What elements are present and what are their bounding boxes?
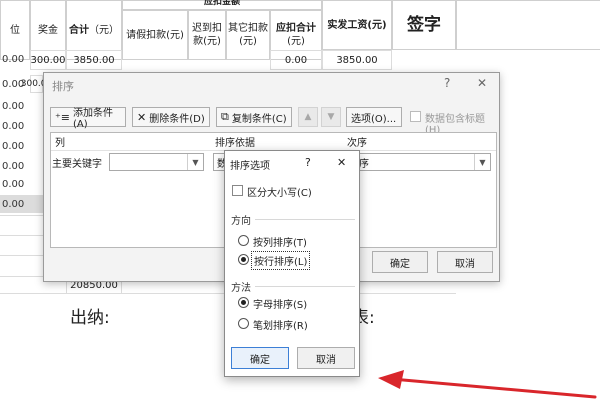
- row-label: 0.00: [2, 178, 25, 190]
- options-cancel-button[interactable]: 取消: [297, 347, 355, 369]
- header-sign: 签字: [392, 0, 456, 50]
- by-column-radio[interactable]: [238, 235, 249, 246]
- row-label: 0.00: [2, 120, 25, 132]
- case-sensitive-label: 区分大小写(C): [247, 188, 312, 199]
- cell-bonus[interactable]: 300.00: [30, 50, 66, 70]
- direction-label: 方向: [231, 216, 251, 227]
- cancel-button[interactable]: 取消: [437, 251, 493, 273]
- cell-deduct-total[interactable]: 0.00: [270, 50, 322, 70]
- header-net-pay: 实发工资(元): [322, 0, 392, 50]
- add-level-icon: ⁺≡: [55, 110, 71, 124]
- row-label: 0.00: [2, 160, 25, 172]
- by-letter-radio[interactable]: [238, 297, 249, 308]
- method-label: 方法: [231, 283, 251, 294]
- arrow-shaft: [390, 377, 597, 399]
- ok-button[interactable]: 确定: [372, 251, 428, 273]
- row-label-selected: 0.00: [0, 195, 43, 213]
- options-ok-button[interactable]: 确定: [231, 347, 289, 369]
- header-other-deduct: 其它扣款(元): [226, 10, 270, 60]
- row-label: 0.00: [2, 140, 25, 152]
- options-button[interactable]: 选项(O)...: [346, 107, 402, 127]
- dialog-title: 排序: [52, 80, 74, 93]
- row-label: 0.00: [2, 53, 25, 65]
- by-row-label: 按行排序(L): [251, 251, 311, 270]
- sort-options-dialog: 排序选项 ? ✕ 区分大小写(C) 方向 按列排序(T) 按行排序(L) 方法 …: [224, 150, 360, 377]
- annotation-arrow: [378, 370, 597, 399]
- column-select[interactable]: ▼: [109, 153, 204, 171]
- col-header-column: 列: [51, 133, 211, 151]
- close-icon[interactable]: ✕: [477, 76, 487, 90]
- case-sensitive-checkbox[interactable]: [232, 185, 243, 196]
- cell-net-pay[interactable]: 3850.00: [322, 50, 392, 70]
- move-up-button[interactable]: ▲: [298, 107, 318, 127]
- col-header-order: 次序: [343, 133, 496, 151]
- help-icon[interactable]: ?: [305, 156, 311, 169]
- row-label: 0.00: [2, 100, 25, 112]
- col-header-sort-on: 排序依据: [211, 133, 343, 151]
- add-level-button[interactable]: ⁺≡ 添加条件(A): [50, 107, 126, 130]
- header-empty: [456, 0, 600, 50]
- cell-bonus[interactable]: 300.00: [21, 75, 52, 93]
- options-dialog-title: 排序选项: [230, 161, 270, 172]
- footer-cashier-label: 出纳:: [70, 308, 110, 328]
- copy-icon: ⧉: [221, 110, 229, 123]
- by-column-label: 按列排序(T): [253, 238, 307, 249]
- grid-line: [0, 255, 43, 256]
- header-late-deduct: 迟到扣款(元): [188, 10, 226, 60]
- chevron-down-icon: ▼: [474, 154, 490, 170]
- close-icon[interactable]: ✕: [337, 156, 346, 169]
- primary-key-label: 主要关键字: [52, 158, 102, 170]
- arrow-head: [378, 370, 404, 389]
- by-letter-label: 字母排序(S): [253, 300, 308, 311]
- by-row-radio[interactable]: [238, 254, 249, 265]
- grid-lines: [0, 215, 43, 285]
- grid-line: [0, 235, 43, 236]
- divider: [255, 219, 355, 220]
- copy-level-button[interactable]: ⧉ 复制条件(C): [216, 107, 292, 127]
- move-down-button[interactable]: ▼: [321, 107, 341, 127]
- by-stroke-label: 笔划排序(R): [253, 321, 308, 332]
- cell-total[interactable]: 3850.00: [66, 50, 122, 70]
- header-leave-deduct: 请假扣款(元): [122, 10, 188, 60]
- divider: [255, 286, 355, 287]
- by-stroke-radio[interactable]: [238, 318, 249, 329]
- delete-icon: ✕: [137, 110, 147, 124]
- delete-level-button[interactable]: ✕ 删除条件(D): [132, 107, 210, 127]
- has-header-checkbox[interactable]: [410, 111, 421, 122]
- order-select[interactable]: 升序▼: [345, 153, 491, 171]
- chevron-down-icon: ▼: [187, 154, 203, 170]
- header-deduct-group: 应扣金额: [122, 0, 322, 10]
- help-icon[interactable]: ?: [444, 76, 450, 90]
